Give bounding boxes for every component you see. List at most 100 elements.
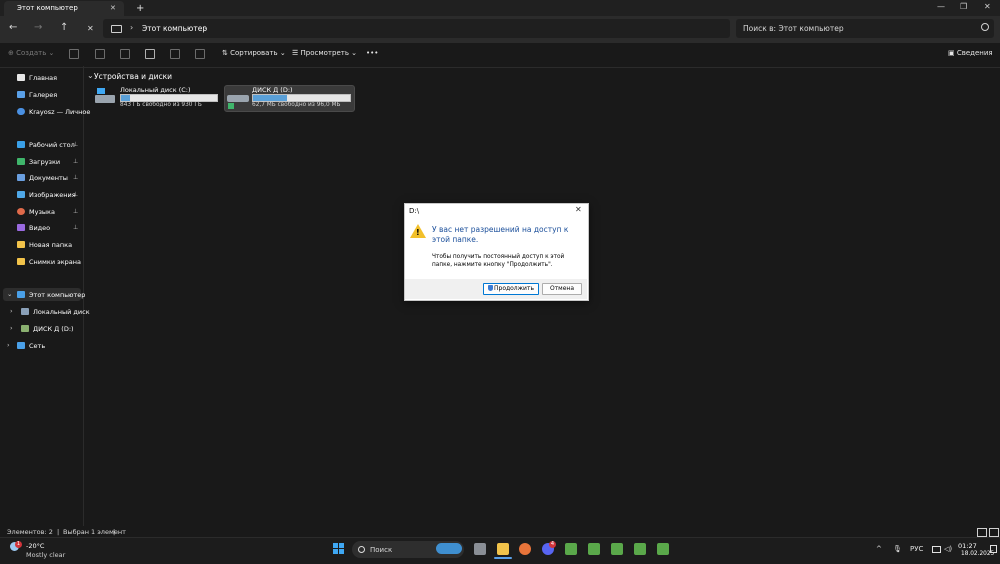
- uac-shield-icon: [488, 285, 493, 291]
- forward-button[interactable]: →: [34, 22, 42, 33]
- search-icon[interactable]: [981, 23, 989, 31]
- paste-icon[interactable]: [120, 49, 130, 59]
- cut-icon[interactable]: [69, 49, 79, 59]
- status-bar: [0, 526, 1000, 537]
- clock-time[interactable]: 01:27: [958, 542, 977, 550]
- breadcrumb-this-pc[interactable]: Этот компьютер: [142, 24, 207, 33]
- file-explorer-icon[interactable]: [497, 543, 509, 555]
- sidebar-item-gallery[interactable]: Галерея: [29, 91, 57, 99]
- firefox-icon[interactable]: [519, 543, 531, 555]
- create-button[interactable]: ⊕ Создать ⌄: [8, 49, 54, 57]
- sidebar-item-this-pc[interactable]: Этот компьютер: [29, 291, 85, 299]
- pin-icon[interactable]: ⊥: [73, 191, 78, 198]
- pin-icon[interactable]: ⊥: [73, 224, 78, 231]
- drive-name: ДИСК Д (D:): [252, 86, 293, 94]
- chevron-down-icon: ⌄: [277, 49, 286, 57]
- tiles-view-icon[interactable]: [989, 528, 999, 537]
- weather-desc[interactable]: Mostly clear: [26, 551, 65, 559]
- sidebar-item-onedrive[interactable]: Krayosz — Личное: [29, 108, 90, 116]
- expand-chevron-icon[interactable]: ›: [10, 307, 13, 315]
- close-window-button[interactable]: ✕: [984, 2, 991, 11]
- dialog-close-button[interactable]: ✕: [575, 205, 582, 214]
- sidebar-item-downloads[interactable]: Загрузки: [29, 158, 60, 166]
- folder-icon: [17, 258, 25, 265]
- sidebar-item-desktop[interactable]: Рабочий стол: [29, 141, 75, 149]
- more-button[interactable]: •••: [366, 49, 378, 57]
- sidebar-item-pictures[interactable]: Изображения: [29, 191, 76, 199]
- delete-icon[interactable]: [195, 49, 205, 59]
- minecraft-icon[interactable]: [588, 543, 600, 555]
- copy-icon[interactable]: [95, 49, 105, 59]
- details-button[interactable]: ▣ Сведения: [948, 49, 993, 57]
- drive-free-space: 62,7 МБ свободно из 96,0 МБ: [252, 102, 341, 108]
- sidebar-item-disk-d[interactable]: ДИСК Д (D:): [33, 325, 74, 333]
- title-bar: [0, 0, 1000, 16]
- weather-temp[interactable]: -20°C: [26, 542, 44, 550]
- disk-icon: [21, 308, 29, 315]
- chevron-down-icon: ⌄: [348, 49, 358, 57]
- expand-chevron-icon[interactable]: ›: [7, 341, 10, 349]
- rename-icon[interactable]: [145, 49, 155, 59]
- tab-this-pc[interactable]: Этот компьютер: [4, 1, 124, 16]
- tab-close-icon[interactable]: ✕: [110, 1, 116, 16]
- cancel-button[interactable]: Отмена: [542, 283, 582, 295]
- network-icon[interactable]: [932, 546, 941, 553]
- volume-icon[interactable]: ◁): [944, 545, 952, 553]
- dialog-content-text: Чтобы получить постоянный доступ к этой …: [432, 254, 565, 268]
- sidebar-item-music[interactable]: Музыка: [29, 208, 55, 216]
- videos-icon: [17, 224, 25, 231]
- section-collapse-icon[interactable]: ⌄: [87, 71, 94, 80]
- stop-button[interactable]: ✕: [87, 24, 94, 33]
- start-button[interactable]: [333, 543, 345, 555]
- microphone-icon[interactable]: 🎙: [893, 545, 902, 553]
- details-view-icon[interactable]: [977, 528, 987, 537]
- sidebar-item-network[interactable]: Сеть: [29, 342, 45, 350]
- pictures-icon: [17, 191, 25, 198]
- sort-button[interactable]: ⇅ Сортировать ⌄: [222, 49, 286, 57]
- minimize-button[interactable]: —: [937, 2, 945, 11]
- language-indicator[interactable]: РУС: [910, 545, 923, 553]
- status-divider: |: [57, 528, 60, 536]
- sidebar-item-screenshots[interactable]: Снимки экрана: [29, 258, 81, 266]
- sidebar-item-home[interactable]: Главная: [29, 74, 57, 82]
- pin-icon[interactable]: ⊥: [73, 208, 78, 215]
- tray-overflow-icon[interactable]: ^: [876, 545, 882, 553]
- task-view-icon[interactable]: [474, 543, 486, 555]
- downloads-icon: [17, 158, 25, 165]
- minecraft-icon[interactable]: [611, 543, 623, 555]
- expand-chevron-icon[interactable]: ›: [10, 324, 13, 332]
- collapse-chevron-icon[interactable]: ⌄: [7, 290, 12, 298]
- dialog-title: D:\: [409, 207, 420, 215]
- drive-usage-fill: [253, 95, 287, 101]
- breadcrumb-chevron-icon[interactable]: ›: [204, 23, 207, 32]
- maximize-button[interactable]: ❐: [960, 2, 967, 11]
- sort-icon: ⇅: [222, 49, 231, 57]
- status-divider: |: [113, 528, 116, 536]
- minecraft-icon[interactable]: [565, 543, 577, 555]
- taskbar-search-label[interactable]: Поиск: [370, 546, 392, 554]
- chevron-down-icon: ⌄: [46, 49, 55, 57]
- pin-icon[interactable]: ⊥: [73, 158, 78, 165]
- folder-icon: [17, 241, 25, 248]
- share-icon[interactable]: [170, 49, 180, 59]
- sidebar-item-local-disk[interactable]: Локальный диск: [33, 308, 90, 316]
- desktop-icon: [17, 141, 25, 148]
- continue-label: Продолжить: [494, 285, 534, 292]
- home-icon: [17, 74, 25, 81]
- notification-icon[interactable]: [990, 545, 997, 553]
- sidebar-item-new-folder[interactable]: Новая папка: [29, 241, 72, 249]
- minecraft-icon[interactable]: [634, 543, 646, 555]
- back-button[interactable]: ←: [9, 22, 17, 33]
- computer-icon: [17, 291, 25, 298]
- search-input[interactable]: Поиск в: Этот компьютер: [743, 24, 844, 33]
- up-button[interactable]: ↑: [60, 22, 68, 33]
- sidebar-item-videos[interactable]: Видео: [29, 224, 50, 232]
- view-icon: ☰: [292, 49, 301, 57]
- minecraft-icon[interactable]: [657, 543, 669, 555]
- pin-icon[interactable]: ⊥: [73, 141, 78, 148]
- new-tab-button[interactable]: +: [136, 1, 144, 16]
- pin-icon[interactable]: ⊥: [73, 174, 78, 181]
- breadcrumb-chevron-icon[interactable]: ›: [130, 23, 133, 32]
- sidebar-item-documents[interactable]: Документы: [29, 174, 68, 182]
- view-button[interactable]: ☰ Просмотреть ⌄: [292, 49, 357, 57]
